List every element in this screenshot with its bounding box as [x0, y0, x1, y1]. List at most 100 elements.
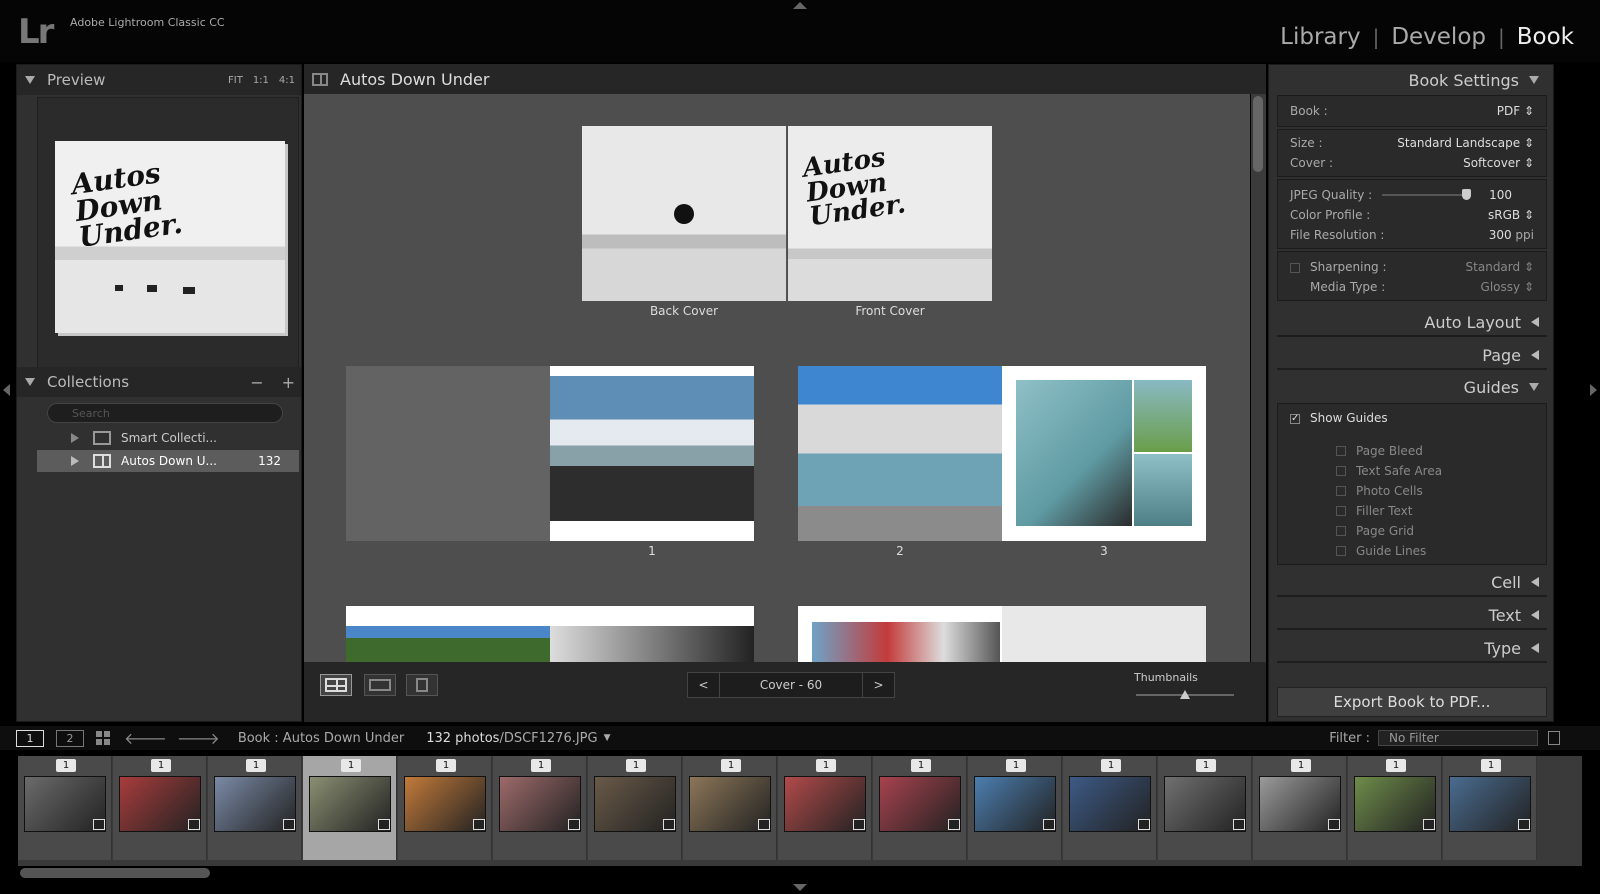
filmstrip-thumbnail[interactable]: 1 — [1348, 756, 1442, 860]
cover-row[interactable]: Cover : Softcover ⇕ — [1290, 156, 1534, 170]
filmstrip-thumbnail[interactable]: 1 — [1158, 756, 1252, 860]
filmstrip-thumbnail[interactable]: 1 — [1063, 756, 1157, 860]
guide-guide-lines[interactable]: Guide Lines — [1336, 544, 1426, 558]
filmstrip-source[interactable]: Book : Autos Down Under — [238, 731, 404, 746]
file-resolution-row[interactable]: File Resolution :300 ppi — [1290, 228, 1534, 242]
book-canvas[interactable]: Autos Down Under. Back Cover Front Cover… — [304, 94, 1250, 662]
filmstrip-thumbnail[interactable]: 1 — [968, 756, 1062, 860]
guides-header[interactable]: Guides — [1269, 372, 1553, 402]
add-collection-icon[interactable]: + — [282, 373, 295, 392]
auto-layout-header[interactable]: Auto Layout — [1269, 307, 1553, 337]
page-3-photo-bottom[interactable] — [1134, 454, 1192, 526]
filmstrip-thumbnail[interactable]: 1 — [208, 756, 302, 860]
page-7[interactable] — [1002, 606, 1206, 662]
cell-header[interactable]: Cell — [1269, 567, 1553, 597]
type-header[interactable]: Type — [1269, 633, 1553, 663]
filter-select[interactable]: No Filter — [1378, 730, 1538, 746]
zoom-4-1[interactable]: 4:1 — [279, 75, 295, 86]
secondary-window-button[interactable]: 2 — [56, 729, 84, 747]
jpeg-quality-slider-handle[interactable] — [1462, 189, 1471, 200]
single-page-view-button[interactable] — [406, 674, 438, 696]
remove-collection-icon[interactable]: − — [250, 373, 263, 392]
page-3-photo-large[interactable] — [1016, 380, 1132, 526]
top-panel-toggle-icon[interactable] — [793, 2, 807, 9]
show-guides-checkbox[interactable]: ✓ — [1290, 413, 1300, 424]
filmstrip-thumbnail[interactable]: 1 — [18, 756, 112, 860]
right-panel-toggle-icon[interactable] — [1590, 384, 1597, 396]
page-1-photo[interactable] — [550, 376, 754, 521]
guide-page-grid[interactable]: Page Grid — [1336, 524, 1414, 538]
page-5[interactable] — [550, 606, 754, 662]
front-cover-page[interactable]: Autos Down Under. — [788, 126, 992, 301]
filmstrip-thumbnail[interactable]: 1 — [683, 756, 777, 860]
sharpening-row[interactable]: Sharpening : Standard ⇕ — [1290, 260, 1534, 274]
page-6[interactable] — [798, 606, 1002, 662]
page-2-photo[interactable] — [798, 366, 1002, 541]
guide-filler-text[interactable]: Filler Text — [1336, 504, 1412, 518]
color-profile-row[interactable]: Color Profile : sRGB ⇕ — [1290, 208, 1534, 222]
multi-page-view-button[interactable] — [320, 674, 352, 696]
guide-page-bleed[interactable]: Page Bleed — [1336, 444, 1423, 458]
expand-triangle-icon[interactable] — [71, 456, 79, 466]
export-book-button[interactable]: Export Book to PDF... — [1277, 687, 1547, 717]
module-library[interactable]: Library — [1280, 24, 1360, 50]
back-cover-page[interactable] — [582, 126, 786, 301]
filmstrip-scrollbar[interactable] — [20, 868, 210, 878]
filmstrip-thumbnail[interactable]: 1 — [1443, 756, 1537, 860]
book-settings-header[interactable]: Book Settings — [1269, 65, 1553, 95]
filmstrip-thumbnail[interactable]: 1 — [778, 756, 872, 860]
filmstrip-thumbnail[interactable]: 1 — [588, 756, 682, 860]
back-arrow-icon[interactable]: 🡐 — [124, 728, 167, 748]
book-size-box: Size : Standard Landscape ⇕ Cover : Softco… — [1277, 129, 1547, 177]
preview-panel-header[interactable]: Preview FIT 1:1 4:1 — [17, 65, 301, 95]
thumbnails-slider-handle[interactable] — [1180, 690, 1190, 699]
module-separator: | — [1372, 25, 1380, 49]
source-dropdown-icon[interactable]: ▼ — [604, 733, 611, 743]
page-3-photo-top[interactable] — [1134, 380, 1192, 452]
media-type-row[interactable]: Media Type : Glossy ⇕ — [1310, 280, 1534, 294]
current-file[interactable]: /DSCF1276.JPG — [499, 731, 597, 746]
collection-row-book[interactable]: Autos Down U... 132 — [37, 450, 299, 472]
filmstrip-thumbnail[interactable]: 1 — [873, 756, 967, 860]
page-2[interactable] — [798, 366, 1002, 541]
canvas-scroll-thumb[interactable] — [1253, 96, 1263, 172]
grid-view-icon[interactable] — [96, 731, 110, 745]
filter-lock-icon[interactable] — [1548, 731, 1560, 745]
thumbnails-slider-track[interactable] — [1136, 690, 1234, 699]
collection-row-smart[interactable]: Smart Collecti... — [37, 427, 299, 449]
filmstrip-thumbnail[interactable]: 1 — [113, 756, 207, 860]
size-row[interactable]: Size : Standard Landscape ⇕ — [1290, 136, 1534, 150]
next-page-button[interactable]: > — [862, 673, 894, 697]
filmstrip[interactable]: 1 1 1 1 1 1 1 1 1 1 1 1 1 1 1 1 — [18, 756, 1582, 866]
module-develop[interactable]: Develop — [1391, 24, 1486, 50]
left-panel-toggle-icon[interactable] — [3, 384, 10, 396]
canvas-scrollbar[interactable] — [1251, 94, 1266, 662]
filmstrip-thumbnail[interactable]: 1 — [398, 756, 492, 860]
bottom-panel-toggle-icon[interactable] — [793, 884, 807, 891]
text-header[interactable]: Text — [1269, 600, 1553, 630]
zoom-1-1[interactable]: 1:1 — [253, 75, 269, 86]
module-book[interactable]: Book — [1517, 24, 1574, 50]
previous-page-button[interactable]: < — [688, 673, 720, 697]
filmstrip-thumbnail[interactable]: 1 — [493, 756, 587, 860]
filmstrip-thumbnail[interactable]: 1 — [1253, 756, 1347, 860]
collections-panel-header[interactable]: Collections − + — [17, 367, 301, 397]
filmstrip-thumbnail[interactable]: 1 — [303, 756, 397, 860]
spread-view-button[interactable] — [364, 674, 396, 696]
primary-window-button[interactable]: 1 — [16, 729, 44, 747]
page-1[interactable] — [550, 366, 754, 541]
page-header[interactable]: Page — [1269, 340, 1553, 370]
jpeg-quality-slider[interactable] — [1382, 189, 1471, 200]
show-guides-row[interactable]: ✓ Show Guides — [1290, 411, 1534, 425]
forward-arrow-icon[interactable]: 🡒 — [177, 728, 220, 748]
zoom-fit[interactable]: FIT — [228, 75, 243, 86]
guide-text-safe-area[interactable]: Text Safe Area — [1336, 464, 1442, 478]
guide-photo-cells[interactable]: Photo Cells — [1336, 484, 1423, 498]
sharpening-checkbox[interactable] — [1290, 262, 1300, 273]
collections-search-input[interactable]: Search — [47, 403, 283, 423]
book-type-row[interactable]: Book : PDF ⇕ — [1290, 104, 1534, 118]
page-4[interactable] — [346, 606, 550, 662]
page-3[interactable] — [1002, 366, 1206, 541]
collections-search[interactable]: Search — [47, 403, 283, 423]
expand-triangle-icon[interactable] — [71, 433, 79, 443]
